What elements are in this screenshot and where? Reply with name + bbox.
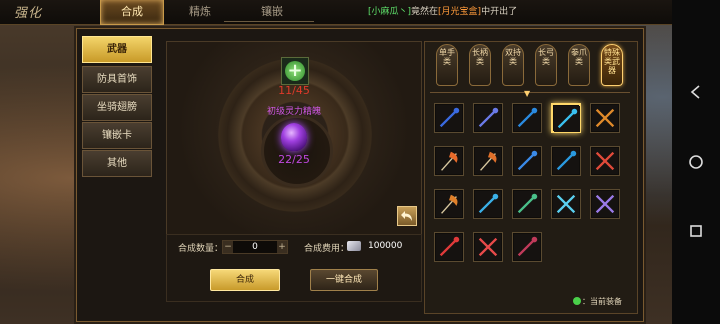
announce-middle: 竟然在 xyxy=(411,7,439,17)
spear-blue-icon[interactable] xyxy=(434,103,464,133)
halberd-green-icon[interactable] xyxy=(512,189,542,219)
twin-axe-fire-icon[interactable] xyxy=(473,146,503,176)
announce-player: [小麻瓜丶] xyxy=(368,7,412,17)
target-item-name: 初级灵力精魄 xyxy=(266,107,321,117)
lance-cyan-icon[interactable] xyxy=(473,189,503,219)
cost-label: 合成费用： xyxy=(304,244,350,254)
tab-synthesis[interactable]: 合成 xyxy=(100,0,164,25)
system-nav-bar xyxy=(672,0,720,324)
trident-multicolor-icon[interactable] xyxy=(590,146,620,176)
weapon-tab-claw[interactable]: 拳爪类 xyxy=(568,44,590,86)
craft-all-button[interactable]: 一键合成 xyxy=(310,269,378,291)
top-bar: 强化 合成 精炼 镶嵌 [小麻瓜丶]竟然在[月光宝盒]中开出了 xyxy=(0,0,672,25)
category-inlay-card[interactable]: 镶嵌卡 xyxy=(82,122,152,149)
axe-fire-icon[interactable] xyxy=(434,146,464,176)
tab-refine[interactable]: 精炼 xyxy=(178,0,222,24)
target-count: 22/25 xyxy=(278,153,310,166)
category-armor-jewelry[interactable]: 防具首饰 xyxy=(82,66,152,93)
recent-apps-icon[interactable] xyxy=(688,223,704,239)
claw-blue-icon[interactable] xyxy=(512,146,542,176)
category-other[interactable]: 其他 xyxy=(82,150,152,177)
cross-spears-red-icon[interactable] xyxy=(473,232,503,262)
material-count: 11/45 xyxy=(278,84,310,97)
plus-icon: + xyxy=(285,61,305,81)
scythe-red-icon[interactable] xyxy=(512,232,542,262)
twin-axe-orange-icon[interactable] xyxy=(434,189,464,219)
sword-blue-icon[interactable] xyxy=(512,103,542,133)
category-menu: 武器 防具首饰 坐骑翅膀 镶嵌卡 其他 xyxy=(80,33,152,183)
weapon-tab-special[interactable]: 特殊类武器 xyxy=(601,44,623,86)
weapon-tab-onehand[interactable]: 单手类 xyxy=(436,44,458,86)
page-title: 强化 xyxy=(14,6,43,21)
weapon-tab-polearm[interactable]: 长柄类 xyxy=(469,44,491,86)
spear-red-icon[interactable] xyxy=(434,232,464,262)
announce-item: [月光宝盒] xyxy=(438,7,482,17)
tab-divider xyxy=(224,21,314,22)
purple-gem-icon[interactable] xyxy=(281,123,307,151)
cross-lances-cyan-icon[interactable] xyxy=(551,189,581,219)
craft-button[interactable]: 合成 xyxy=(210,269,280,291)
decrease-button[interactable]: − xyxy=(223,241,233,253)
staff-blue-icon[interactable] xyxy=(473,103,503,133)
announcement: [小麻瓜丶]竟然在[月光宝盒]中开出了 xyxy=(368,4,517,17)
silver-coin-icon xyxy=(347,241,361,251)
crescent-blue-icon[interactable] xyxy=(551,146,581,176)
legend-equipped: ：当前装备 xyxy=(582,297,622,306)
home-nav-icon[interactable] xyxy=(688,154,704,170)
blade-cyan-icon[interactable] xyxy=(551,103,581,133)
increase-button[interactable]: + xyxy=(277,241,287,253)
equipped-marker-icon xyxy=(573,297,581,305)
quantity-stepper: − 0 + xyxy=(222,240,288,254)
cross-blades-orange-icon[interactable] xyxy=(590,103,620,133)
weapon-tab-bow[interactable]: 长弓类 xyxy=(535,44,557,86)
scepter-purple-icon[interactable] xyxy=(590,189,620,219)
weapon-tab-dual[interactable]: 双持类 xyxy=(502,44,524,86)
chevron-down-icon: ▼ xyxy=(524,89,531,98)
quantity-label: 合成数量： xyxy=(178,244,224,254)
back-nav-icon[interactable] xyxy=(688,84,704,100)
undo-icon[interactable] xyxy=(397,206,417,226)
category-weapon[interactable]: 武器 xyxy=(82,36,152,63)
category-mount-wings[interactable]: 坐骑翅膀 xyxy=(82,94,152,121)
quantity-value[interactable]: 0 xyxy=(235,241,275,253)
add-material-slot[interactable]: + xyxy=(281,57,309,85)
cost-value: 100000 xyxy=(368,241,403,251)
announce-suffix: 中开出了 xyxy=(481,7,518,17)
